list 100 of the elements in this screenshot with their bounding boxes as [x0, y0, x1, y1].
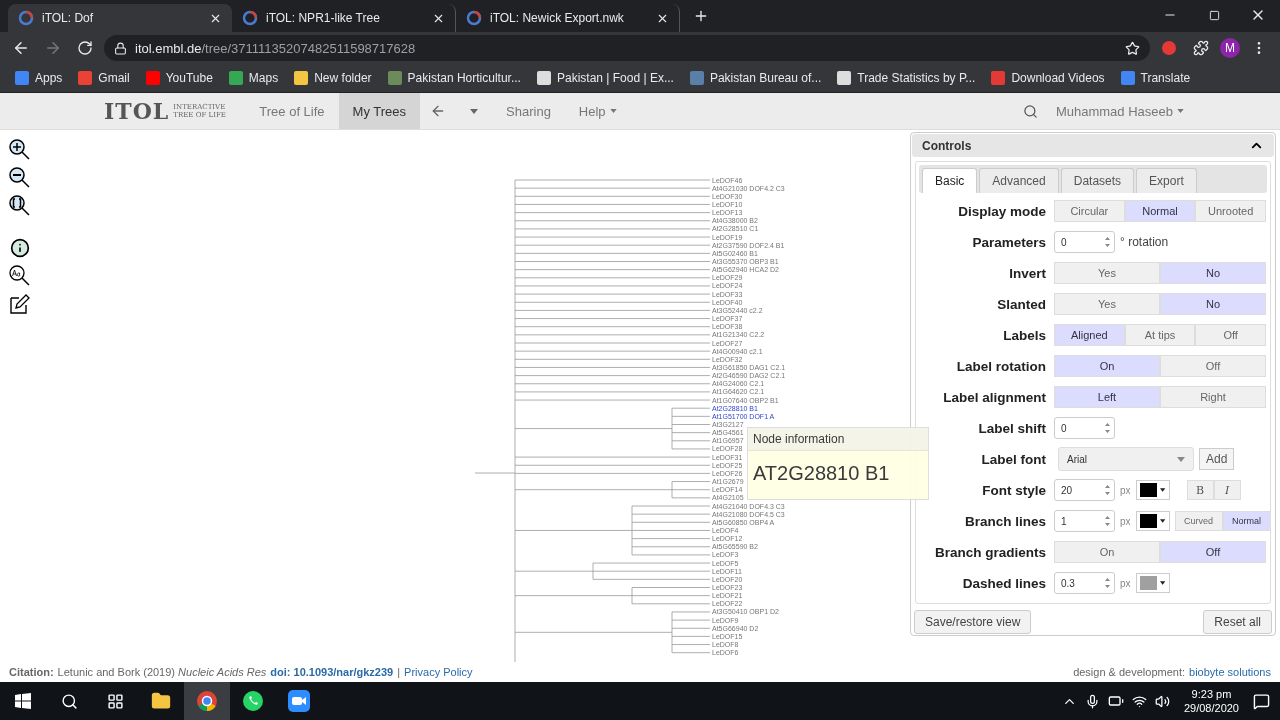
font-select[interactable]: Arial — [1058, 447, 1194, 471]
number-field[interactable]: 1 — [1054, 510, 1115, 532]
option-button[interactable]: Unrooted — [1195, 200, 1266, 222]
chrome-icon — [196, 690, 218, 712]
setting-label: Branch gradients — [933, 544, 1046, 560]
panel-tab[interactable]: Export — [1136, 168, 1197, 193]
option-button[interactable]: Normal — [1222, 511, 1271, 531]
bookmark[interactable]: Apps — [8, 66, 70, 90]
chrome-button[interactable] — [184, 682, 230, 720]
setting-label: Label rotation — [955, 358, 1046, 374]
option-button[interactable]: At tips — [1124, 324, 1196, 346]
option-button[interactable]: Yes — [1054, 262, 1160, 284]
option-button[interactable]: Circular — [1054, 200, 1125, 222]
bookmark[interactable]: Gmail — [71, 66, 137, 90]
nav-link[interactable]: Tree of Life — [245, 93, 339, 129]
bookmark[interactable]: Download Videos — [984, 66, 1112, 90]
font-style-button[interactable]: I — [1213, 480, 1241, 500]
number-field[interactable]: 0 — [1054, 231, 1115, 253]
option-button[interactable]: Off — [1160, 541, 1266, 563]
lock-icon — [114, 41, 127, 55]
bookmark[interactable]: Pakistan | Food | Ex... — [529, 66, 681, 90]
spin-arrows-icon[interactable] — [1104, 421, 1111, 435]
search-icon — [60, 692, 78, 710]
setting-label: Display mode — [957, 203, 1046, 219]
battery-icon[interactable] — [1107, 693, 1124, 709]
spin-arrows-icon[interactable] — [1104, 483, 1111, 497]
spin-arrows-icon[interactable] — [1104, 235, 1111, 249]
spin-arrows-icon[interactable] — [1104, 576, 1111, 590]
privacy-link[interactable]: Privacy Policy — [404, 666, 473, 678]
nav-link[interactable]: Sharing — [492, 93, 565, 129]
site-logo[interactable]: ITOL — [104, 98, 170, 124]
bookmark[interactable]: Pakistan Bureau of... — [682, 66, 829, 90]
option-button[interactable]: On — [1054, 355, 1160, 377]
option-button[interactable]: Normal — [1124, 200, 1196, 222]
citation-label: Citation: — [9, 666, 54, 678]
reload-icon — [77, 40, 93, 56]
add-button[interactable]: Add — [1199, 448, 1235, 470]
number-field[interactable]: 0.3 — [1054, 572, 1115, 594]
color-picker[interactable] — [1135, 511, 1170, 531]
unit-label: px — [1120, 577, 1131, 589]
nav-link[interactable]: Help — [564, 93, 631, 129]
setting-label: Branch lines — [963, 513, 1046, 529]
bookmark[interactable]: Trade Statistics by P... — [830, 66, 983, 90]
option-button[interactable]: Aligned — [1054, 324, 1125, 346]
info-icon — [10, 238, 30, 258]
option-button[interactable]: No — [1160, 293, 1266, 315]
font-style-button[interactable]: B — [1186, 480, 1214, 500]
circle-icon — [1161, 40, 1177, 56]
task-view-icon — [106, 692, 124, 710]
profile-avatar[interactable]: M — [1220, 38, 1240, 58]
color-picker[interactable] — [1135, 573, 1170, 593]
setting-label: Dashed lines — [961, 575, 1046, 591]
caret-icon — [470, 108, 479, 114]
panel-title: Controls — [922, 138, 972, 153]
panel-tab[interactable]: Datasets — [1060, 168, 1135, 193]
credit-link[interactable]: biobyte solutions — [1189, 666, 1271, 678]
option-button[interactable]: Left — [1054, 386, 1160, 408]
number-field[interactable]: 0 — [1054, 417, 1115, 439]
doi-link[interactable]: doi: 10.1093/nar/gkz239 — [270, 666, 394, 678]
address-bar[interactable]: itol.embl.de/tree/37111135207482511598717628 — [104, 35, 1150, 61]
tooltip-title: Node information — [748, 428, 928, 451]
volume-icon[interactable] — [1154, 693, 1170, 709]
option-button[interactable]: Right — [1160, 386, 1266, 408]
number-field[interactable]: 20 — [1054, 479, 1115, 501]
unit-label: ° rotation — [1120, 235, 1169, 249]
option-button[interactable]: No — [1160, 262, 1266, 284]
microphone-icon[interactable] — [1084, 693, 1100, 709]
save-view-button[interactable]: Save/restore view — [914, 610, 1032, 634]
setting-label: Font style — [981, 482, 1046, 498]
caret-icon — [609, 109, 617, 113]
option-button[interactable]: Off — [1160, 355, 1266, 377]
notification-icon[interactable] — [1253, 692, 1270, 710]
setting-label: Slanted — [996, 296, 1046, 312]
wifi-icon[interactable] — [1131, 693, 1147, 709]
tooltip-value: AT2G28810 B1 — [752, 461, 891, 485]
spin-arrows-icon[interactable] — [1104, 514, 1111, 528]
clock[interactable]: 9:23 pm 29/08/2020 — [1183, 687, 1239, 715]
option-button[interactable]: Off — [1195, 324, 1266, 346]
unit-label: px — [1120, 484, 1131, 496]
star-icon[interactable] — [1125, 40, 1140, 56]
panel-tab[interactable]: Basic — [922, 168, 978, 193]
bookmark[interactable]: Maps — [221, 66, 286, 90]
option-button[interactable]: Curved — [1174, 511, 1223, 531]
bookmark[interactable]: Pakistan Horticultur... — [380, 66, 528, 90]
bookmark[interactable]: Translate — [1113, 66, 1198, 90]
nav-link[interactable]: My Trees — [338, 93, 421, 129]
folder-icon — [151, 691, 171, 711]
reset-button[interactable]: Reset all — [1203, 610, 1272, 634]
pencil-square-icon — [8, 292, 32, 316]
user-menu[interactable]: Muhammad Haseeb — [1055, 103, 1184, 119]
option-button[interactable]: Yes — [1054, 293, 1160, 315]
bookmark[interactable]: New folder — [287, 66, 379, 90]
itol-icon — [242, 10, 258, 26]
color-picker[interactable] — [1135, 480, 1170, 500]
windows-icon — [15, 693, 31, 709]
bookmark[interactable]: YouTube — [138, 66, 220, 90]
panel-tab[interactable]: Advanced — [979, 168, 1059, 193]
search-icon[interactable] — [1022, 103, 1038, 119]
browser-tab[interactable]: iTOL: Dof — [8, 4, 232, 32]
option-button[interactable]: On — [1054, 541, 1160, 563]
